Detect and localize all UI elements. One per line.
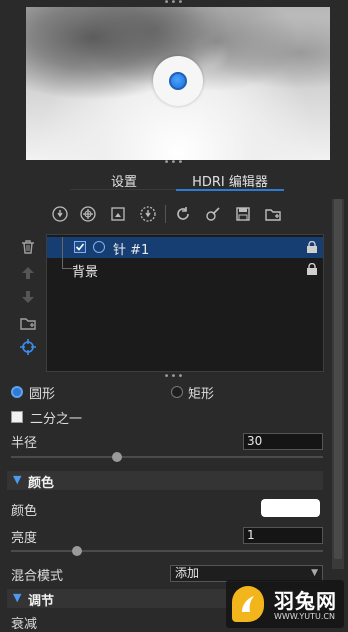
arrow-down-icon[interactable] [17, 286, 39, 308]
section-title: 调节 [28, 594, 55, 609]
globe-add-icon[interactable] [78, 204, 98, 224]
radio-circle[interactable] [11, 386, 23, 398]
radius-field[interactable]: 30 [243, 433, 323, 450]
adjust-add-icon[interactable] [138, 204, 158, 224]
radio-circle-label[interactable]: 圆形 [29, 383, 55, 402]
blend-mode-label: 混合模式 [11, 569, 64, 584]
paint-icon[interactable] [203, 204, 223, 224]
brightness-slider-thumb[interactable] [72, 546, 82, 556]
toolbar-separator [165, 205, 166, 223]
brightness-label: 亮度 [11, 531, 38, 546]
arrow-up-icon[interactable] [17, 262, 39, 284]
list-item[interactable]: 针 #1 [47, 237, 323, 269]
layer-visible-checkbox[interactable] [74, 241, 86, 253]
chevron-down-icon: ▼ [13, 473, 22, 486]
radio-rectangle[interactable] [171, 386, 183, 398]
hdri-preview[interactable] [26, 7, 330, 160]
brightness-field[interactable]: 1 [243, 527, 323, 544]
tree-line [62, 268, 72, 269]
chevron-down-icon: ▼ [311, 568, 318, 578]
active-tab-indicator [176, 189, 284, 191]
section-title: 颜色 [28, 476, 55, 491]
list-resize-handle[interactable]: ••• [0, 372, 348, 382]
list-item[interactable]: 背景 [47, 259, 323, 280]
radius-label: 半径 [11, 436, 38, 451]
top-drag-handle[interactable]: ••• [0, 0, 348, 8]
tab-settings[interactable]: 设置 [100, 171, 148, 191]
radius-slider-thumb[interactable] [112, 452, 122, 462]
layer-list[interactable]: 针 #1 背景 [46, 234, 324, 372]
blend-mode-value: 添加 [175, 566, 200, 580]
radius-slider-track[interactable] [11, 456, 323, 458]
layer-label: 背景 [72, 265, 99, 280]
lock-icon[interactable] [306, 262, 318, 275]
tab-hdri-editor[interactable]: HDRI 编辑器 [176, 171, 284, 191]
color-label: 颜色 [11, 504, 38, 519]
radio-rectangle-label[interactable]: 矩形 [188, 383, 214, 402]
watermark-logo [232, 586, 264, 622]
light-pin-handle[interactable] [169, 72, 187, 90]
target-icon[interactable] [17, 336, 39, 358]
half-label[interactable]: 二分之一 [30, 408, 82, 427]
half-checkbox[interactable] [11, 411, 23, 423]
trash-icon[interactable] [17, 236, 39, 258]
refresh-icon[interactable] [173, 204, 193, 224]
pin-add-icon[interactable] [50, 204, 70, 224]
save-icon[interactable] [233, 204, 253, 224]
lock-icon[interactable] [306, 240, 318, 253]
folder-open-icon[interactable] [263, 204, 283, 224]
brightness-slider-track[interactable] [11, 550, 323, 552]
watermark-url: WWW.YUTU.CN [274, 612, 335, 621]
color-section-header[interactable]: ▼ 颜色 [7, 471, 323, 491]
watermark: 羽兔网 WWW.YUTU.CN [226, 580, 344, 628]
watermark-title: 羽兔网 [274, 589, 337, 613]
preview-resize-handle[interactable]: ••• [0, 158, 348, 168]
image-add-icon[interactable] [108, 204, 128, 224]
scrollbar-thumb[interactable] [334, 199, 342, 559]
circle-shape-icon [93, 241, 105, 253]
chevron-down-icon: ▼ [13, 591, 22, 604]
layer-label: 针 #1 [113, 243, 150, 258]
folder-add-icon[interactable] [17, 312, 39, 334]
color-swatch[interactable] [261, 499, 320, 517]
falloff-label: 衰减 [11, 617, 38, 632]
